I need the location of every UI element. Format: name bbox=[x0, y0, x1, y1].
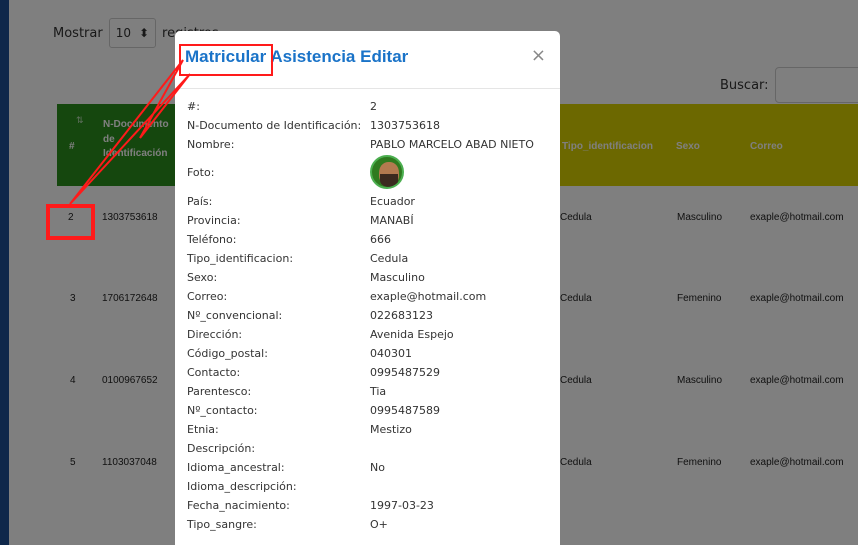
field-row: #: 2 bbox=[187, 100, 377, 113]
field-row: Nº_contacto: 0995487589 bbox=[187, 404, 440, 417]
field-row: Provincia: MANABÍ bbox=[187, 214, 414, 227]
field-row: Descripción: bbox=[187, 442, 256, 455]
field-row: Sexo: Masculino bbox=[187, 271, 425, 284]
field-row: Tipo_sangre: O+ bbox=[187, 518, 388, 531]
field-row: Nombre: PABLO MARCELO ABAD NIETO bbox=[187, 138, 534, 151]
field-row: Correo: exaple@hotmail.com bbox=[187, 290, 487, 303]
field-row: N-Documento de Identificación: 1303753618 bbox=[187, 119, 440, 132]
field-row: Dirección: Avenida Espejo bbox=[187, 328, 454, 341]
field-row: Nº_convencional: 022683123 bbox=[187, 309, 433, 322]
field-row: Fecha_nacimiento: 1997-03-23 bbox=[187, 499, 434, 512]
detail-modal: Matricular Asistencia Editar × #: 2 N-Doc… bbox=[175, 31, 560, 545]
field-row: Código_postal: 040301 bbox=[187, 347, 412, 360]
field-row: Teléfono: 666 bbox=[187, 233, 391, 246]
field-row: Parentesco: Tia bbox=[187, 385, 387, 398]
field-row: Contacto: 0995487529 bbox=[187, 366, 440, 379]
field-row: Idioma_ancestral: No bbox=[187, 461, 385, 474]
annotation-title-box bbox=[179, 44, 273, 76]
field-row: Tipo_identificacion: Cedula bbox=[187, 252, 409, 265]
avatar bbox=[370, 155, 404, 189]
field-row: País: Ecuador bbox=[187, 195, 415, 208]
close-icon[interactable]: × bbox=[531, 45, 546, 66]
field-row: Etnia: Mestizo bbox=[187, 423, 412, 436]
modal-body: #: 2 N-Documento de Identificación: 130375… bbox=[187, 98, 552, 535]
annotation-highlight-box bbox=[46, 204, 95, 240]
field-row-photo: Foto: bbox=[187, 155, 552, 193]
field-row: Idioma_descripción: bbox=[187, 480, 297, 493]
